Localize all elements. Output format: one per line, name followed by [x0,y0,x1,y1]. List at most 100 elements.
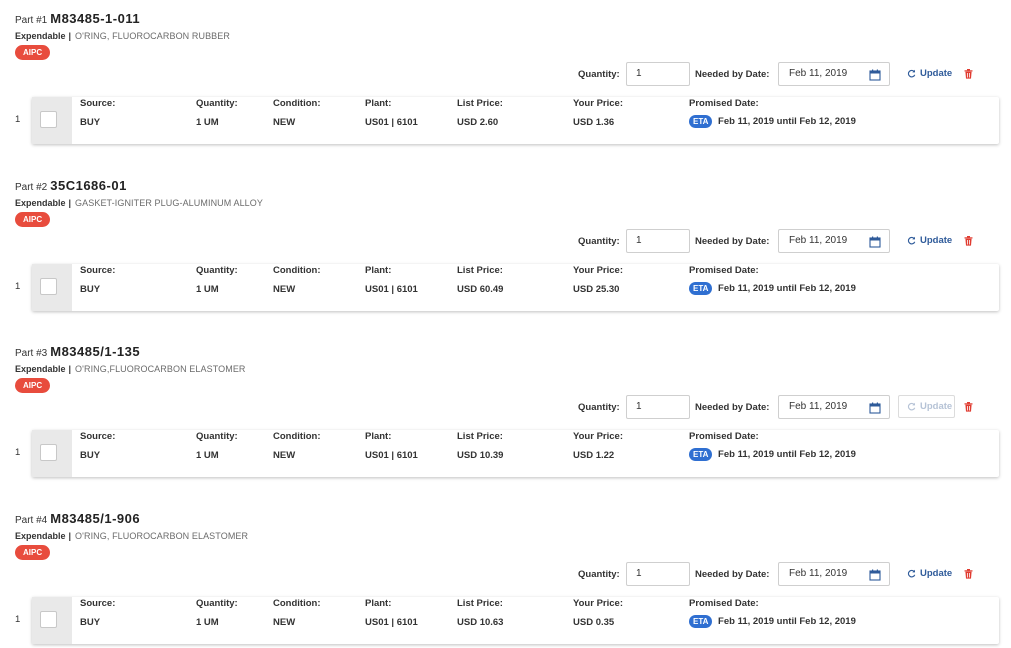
promised-date-label: Promised Date: [689,98,759,109]
quantity-input[interactable]: 1 [626,228,690,253]
quantity-input[interactable]: 1 [626,395,690,420]
promised-date-field: Promised Date: ETA Feb 11, 2019 until Fe… [689,431,856,462]
line-select-checkbox[interactable] [40,444,57,462]
your-price-label: Your Price: [573,598,623,610]
plant-label: Plant: [365,264,392,276]
part-header: Part #1 M83485-1-011 Expendable | O'RING… [15,11,230,60]
update-button-label: Update [920,68,953,79]
promised-date-value: ETA Feb 11, 2019 until Feb 12, 2019 [689,281,856,295]
part-type: Expendable [15,197,66,208]
needed-by-date-value: Feb 11, 2019 [789,234,848,246]
trash-icon[interactable] [964,402,973,412]
plant-label: Plant: [365,98,392,109]
source-field: Source: BUY [80,431,115,461]
calendar-icon[interactable] [869,69,881,81]
line-row-number: 1 [15,114,21,125]
part-type: Expendable [15,31,66,41]
list-price-field: List Price: USD 2.60 [457,98,503,128]
update-button[interactable]: Update [898,62,955,85]
your-price-label: Your Price: [573,431,623,443]
list-price-value: USD 10.63 [457,617,504,629]
quantity-input[interactable]: 1 [626,562,690,587]
needed-by-date-input[interactable]: Feb 11, 2019 [778,228,890,253]
plant-field: Plant: US01 | 6101 [365,265,418,295]
promised-date-range: Feb 11, 2019 until Feb 12, 2019 [718,282,856,294]
condition-label: Condition: [273,598,321,610]
needed-by-date-value: Feb 11, 2019 [789,68,848,79]
list-price-label: List Price: [457,98,503,109]
your-price-value: USD 1.36 [573,117,615,128]
part-description: GASKET-IGNITER PLUG-ALUMINUM ALLOY [75,197,263,208]
your-price-label: Your Price: [573,98,623,109]
line-quantity-value: 1 UM [196,617,219,629]
update-button: Update [898,395,955,419]
line-row-number: 1 [15,447,21,459]
update-button-label: Update [920,234,953,246]
line-quantity-label: Quantity: [196,98,238,109]
needed-by-date-input[interactable]: Feb 11, 2019 [778,62,890,86]
source-value: BUY [80,117,101,128]
trash-icon[interactable] [964,569,973,579]
line-item-card: Source: BUY Quantity: 1 UM Condition: NE… [32,97,999,144]
line-select-column [32,430,72,478]
your-price-field: Your Price: USD 25.30 [573,265,623,295]
eta-badge: ETA [689,281,713,295]
refresh-icon [907,236,916,245]
calendar-icon[interactable] [869,402,881,414]
line-select-checkbox[interactable] [40,111,57,128]
needed-by-date-input[interactable]: Feb 11, 2019 [778,562,890,587]
condition-field: Condition: NEW [273,598,320,628]
condition-field: Condition: NEW [273,265,320,295]
part-number-label: Part #1 [15,15,48,26]
parts-list: Part #1 M83485-1-011 Expendable | O'RING… [0,0,1011,648]
condition-label: Condition: [273,264,321,276]
refresh-icon [907,569,916,578]
condition-value: NEW [273,283,296,295]
trash-icon[interactable] [964,235,973,246]
condition-field: Condition: NEW [273,98,320,128]
part-section: Part #4 M83485/1-906 Expendable | O'RING… [0,500,1011,648]
promised-date-field: Promised Date: ETA Feb 11, 2019 until Fe… [689,265,856,295]
aipc-badge[interactable]: AIPC [15,545,51,561]
condition-label: Condition: [273,431,321,443]
source-label: Source: [80,598,116,610]
needed-by-label: Needed by Date: [695,402,770,414]
source-label: Source: [80,431,116,443]
update-button-label: Update [920,401,953,413]
source-field: Source: BUY [80,265,115,295]
your-price-value: USD 1.22 [573,450,615,462]
source-label: Source: [80,264,116,276]
list-price-value: USD 60.49 [457,283,504,295]
update-button[interactable]: Update [898,562,955,585]
aipc-badge[interactable]: AIPC [15,45,51,60]
part-number-label: Part #4 [15,515,48,527]
your-price-field: Your Price: USD 1.22 [573,431,623,461]
calendar-icon[interactable] [869,236,881,248]
part-number-label: Part #2 [15,181,48,193]
line-quantity-label: Quantity: [196,431,238,443]
promised-date-field: Promised Date: ETA Feb 11, 2019 until Fe… [689,98,856,128]
trash-icon[interactable] [964,69,973,79]
promised-date-range: Feb 11, 2019 until Feb 12, 2019 [718,616,856,628]
promised-date-range: Feb 11, 2019 until Feb 12, 2019 [718,116,856,127]
refresh-icon [907,69,916,78]
quantity-input[interactable]: 1 [626,62,690,86]
line-item-card: Source: BUY Quantity: 1 UM Condition: NE… [32,263,999,311]
list-price-value: USD 2.60 [457,117,499,128]
line-select-column [32,597,72,645]
eta-badge: ETA [689,115,713,128]
your-price-value: USD 0.35 [573,617,615,629]
separator: | [68,531,72,542]
quantity-label: Quantity: [578,235,620,247]
line-select-checkbox[interactable] [40,277,57,295]
plant-value: US01 | 6101 [365,117,418,128]
line-select-checkbox[interactable] [40,611,57,629]
eta-badge: ETA [689,615,713,629]
calendar-icon[interactable] [869,569,881,581]
aipc-badge[interactable]: AIPC [15,211,51,227]
update-button[interactable]: Update [898,229,955,252]
aipc-badge[interactable]: AIPC [15,378,51,394]
needed-by-date-input[interactable]: Feb 11, 2019 [778,395,890,420]
line-quantity-field: Quantity: 1 UM [196,98,238,128]
needed-by-date-value: Feb 11, 2019 [789,568,848,580]
